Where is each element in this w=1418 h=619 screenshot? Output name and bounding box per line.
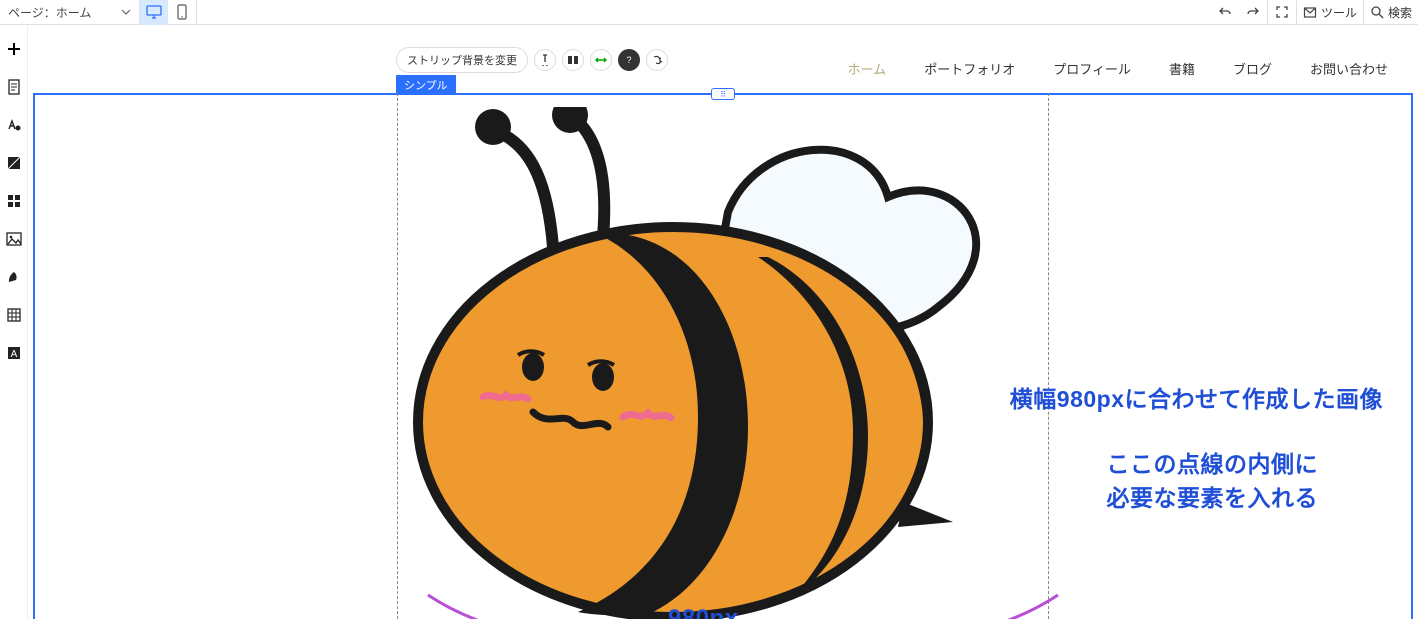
svg-text:A: A xyxy=(10,349,17,360)
search-button[interactable]: 検索 xyxy=(1364,0,1418,25)
blog-panel-button[interactable] xyxy=(4,267,24,287)
editor-canvas[interactable]: ストリップ背景を変更 ? シンプル ホーム ポートフォリオ プロフィール 書籍 … xyxy=(28,25,1418,619)
page-selector-label: ページ：ホーム xyxy=(8,4,91,21)
strip-drag-handle-icon[interactable]: ⠿ xyxy=(711,88,735,100)
layout-tool-icon[interactable] xyxy=(562,49,584,71)
nav-item-portfolio[interactable]: ポートフォリオ xyxy=(924,59,1015,78)
content-guide-right xyxy=(1048,93,1049,619)
nav-item-blog[interactable]: ブログ xyxy=(1233,59,1272,78)
apps-panel-button[interactable] xyxy=(4,191,24,211)
annotation-line-1: 横幅980pxに合わせて作成した画像 xyxy=(1010,380,1383,414)
bee-illustration[interactable] xyxy=(398,107,1018,619)
add-element-button[interactable] xyxy=(4,39,24,59)
page-selector[interactable]: ページ：ホーム xyxy=(0,0,140,24)
left-tool-rail: A xyxy=(0,25,28,619)
nav-item-profile[interactable]: プロフィール xyxy=(1053,59,1131,78)
media-panel-button[interactable] xyxy=(4,229,24,249)
annotation-width-label: 980px xyxy=(668,605,739,619)
annotation-line-2a: ここの点線の内側に xyxy=(1107,451,1319,477)
mobile-view-button[interactable] xyxy=(168,0,196,25)
undo-button[interactable] xyxy=(1211,0,1239,25)
chevron-down-icon xyxy=(121,7,131,17)
tools-label: ツール xyxy=(1321,4,1357,21)
nav-item-books[interactable]: 書籍 xyxy=(1169,59,1195,78)
pages-panel-button[interactable] xyxy=(4,77,24,97)
search-label: 検索 xyxy=(1388,4,1412,21)
redo-button[interactable] xyxy=(1239,0,1267,25)
animation-tool-icon[interactable] xyxy=(646,49,668,71)
nav-item-home[interactable]: ホーム xyxy=(848,59,887,78)
text-panel-button[interactable]: A xyxy=(4,343,24,363)
change-strip-background-button[interactable]: ストリップ背景を変更 xyxy=(396,47,528,73)
background-panel-button[interactable] xyxy=(4,153,24,173)
nav-item-contact[interactable]: お問い合わせ xyxy=(1310,59,1388,78)
topbar-right-group: ツール 検索 xyxy=(1211,0,1418,24)
site-navigation-menu: ホーム ポートフォリオ プロフィール 書籍 ブログ お問い合わせ xyxy=(848,59,1388,78)
stretch-tool-icon[interactable] xyxy=(590,49,612,71)
quick-edit-icon[interactable] xyxy=(534,49,556,71)
section-type-tag[interactable]: シンプル xyxy=(396,75,456,95)
zoom-fit-button[interactable] xyxy=(1268,0,1296,25)
svg-text:?: ? xyxy=(626,55,631,65)
annotation-line-2: ここの点線の内側に 必要な要素を入れる xyxy=(1107,445,1319,513)
desktop-view-button[interactable] xyxy=(140,0,168,25)
top-toolbar: ページ：ホーム ツール 検索 xyxy=(0,0,1418,25)
tools-button[interactable]: ツール xyxy=(1297,0,1363,25)
strip-floating-toolbar: ストリップ背景を変更 ? xyxy=(396,47,668,73)
design-panel-button[interactable] xyxy=(4,115,24,135)
device-toggle-group xyxy=(140,0,197,24)
help-tool-icon[interactable]: ? xyxy=(618,49,640,71)
annotation-line-2b: 必要な要素を入れる xyxy=(1107,485,1319,511)
data-panel-button[interactable] xyxy=(4,305,24,325)
